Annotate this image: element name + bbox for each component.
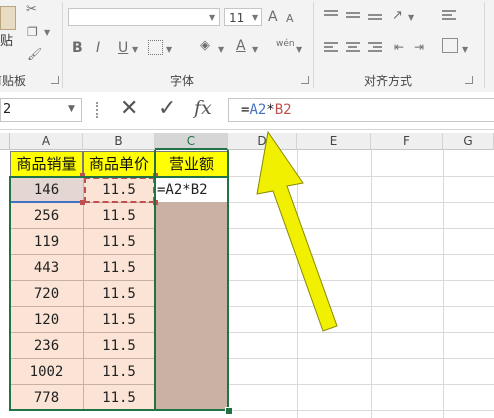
underline-button[interactable]: U: [118, 40, 128, 56]
gridline: [297, 150, 298, 418]
font-color-icon[interactable]: A: [236, 38, 246, 54]
cut-icon[interactable]: ✂: [26, 2, 37, 18]
formula-bar-dots-icon: [96, 102, 100, 118]
header-cell-unit-price[interactable]: 商品单价: [83, 151, 155, 177]
top-align-icon[interactable]: [324, 10, 338, 22]
bold-button[interactable]: B: [72, 40, 83, 56]
alignment-group-label: 对齐方式: [364, 74, 413, 88]
bottom-align-icon[interactable]: [368, 14, 382, 26]
borders-icon[interactable]: [148, 40, 163, 55]
select-all-corner[interactable]: [0, 133, 10, 150]
cancel-icon[interactable]: ✕: [120, 96, 138, 121]
formula-operator: *: [266, 102, 275, 118]
clipboard-launcher-icon[interactable]: [51, 76, 59, 84]
header-cell-sales-volume[interactable]: 商品销量: [10, 151, 83, 177]
formula-ref-b2: B2: [274, 102, 292, 118]
align-right-icon[interactable]: [368, 42, 382, 54]
column-header-e[interactable]: E: [297, 133, 371, 150]
ribbon: 贴 ✂ ❐ ▼ 🖌 剪贴板 ▼ 11 ▼ A A B I U ▼ ▼ ◈ ▼ A…: [0, 0, 494, 93]
fill-handle[interactable]: [225, 407, 233, 415]
font-launcher-icon[interactable]: [301, 76, 309, 84]
clipboard-group-label: 剪贴板: [0, 74, 27, 88]
paste-icon[interactable]: [0, 6, 16, 30]
formula-input[interactable]: =A2*B2: [228, 98, 494, 122]
column-header-f[interactable]: F: [371, 133, 443, 150]
middle-align-icon[interactable]: [346, 12, 360, 24]
phonetic-dropdown-icon[interactable]: ▼: [296, 45, 302, 54]
orientation-dropdown-icon[interactable]: ▼: [408, 13, 414, 22]
decrease-indent-icon[interactable]: ⇤: [394, 39, 404, 55]
copy-dropdown-icon[interactable]: ▼: [44, 28, 50, 37]
column-header-d[interactable]: D: [228, 133, 297, 150]
align-left-icon[interactable]: [324, 42, 338, 54]
borders-dropdown-icon[interactable]: ▼: [166, 45, 172, 54]
merge-dropdown-icon[interactable]: ▼: [462, 45, 468, 54]
grow-font-button[interactable]: A: [268, 9, 278, 25]
increase-indent-icon[interactable]: ⇥: [414, 39, 424, 55]
selection-column-c-border: [154, 150, 229, 411]
fill-color-icon[interactable]: ◈: [200, 38, 210, 54]
ribbon-separator: [313, 2, 314, 88]
insert-function-button[interactable]: fx: [194, 97, 212, 119]
column-header-a[interactable]: A: [10, 133, 83, 150]
orientation-icon[interactable]: ↗: [392, 8, 403, 24]
shrink-font-button[interactable]: A: [286, 11, 294, 27]
font-group-label: 字体: [170, 74, 195, 88]
gridline: [443, 150, 444, 418]
enter-icon[interactable]: ✓: [158, 96, 176, 121]
gridline: [371, 150, 372, 418]
font-name-combo[interactable]: [68, 8, 220, 26]
column-header-c[interactable]: C: [155, 133, 228, 150]
font-size-dropdown-icon[interactable]: ▼: [252, 13, 258, 22]
alignment-launcher-icon[interactable]: [465, 76, 473, 84]
ribbon-separator: [62, 2, 63, 88]
font-color-dropdown-icon[interactable]: ▼: [252, 45, 258, 54]
underline-dropdown-icon[interactable]: ▼: [132, 45, 138, 54]
phonetic-guide-button[interactable]: wén: [276, 36, 295, 52]
copy-icon[interactable]: ❐: [27, 24, 38, 40]
ribbon-separator: [484, 2, 485, 88]
merge-center-icon[interactable]: [442, 38, 458, 53]
italic-button[interactable]: I: [96, 40, 100, 56]
fill-color-dropdown-icon[interactable]: ▼: [218, 45, 224, 54]
column-header-g[interactable]: G: [443, 133, 494, 150]
align-center-icon[interactable]: [346, 42, 360, 54]
column-header-b[interactable]: B: [83, 133, 155, 150]
wrap-text-icon[interactable]: [442, 10, 456, 22]
paste-button-label[interactable]: 贴: [0, 34, 13, 50]
name-box-dropdown-icon[interactable]: ▼: [68, 104, 75, 114]
format-painter-icon[interactable]: 🖌: [27, 46, 42, 62]
formula-ref-a2: A2: [249, 102, 267, 118]
font-name-dropdown-icon[interactable]: ▼: [209, 13, 215, 22]
